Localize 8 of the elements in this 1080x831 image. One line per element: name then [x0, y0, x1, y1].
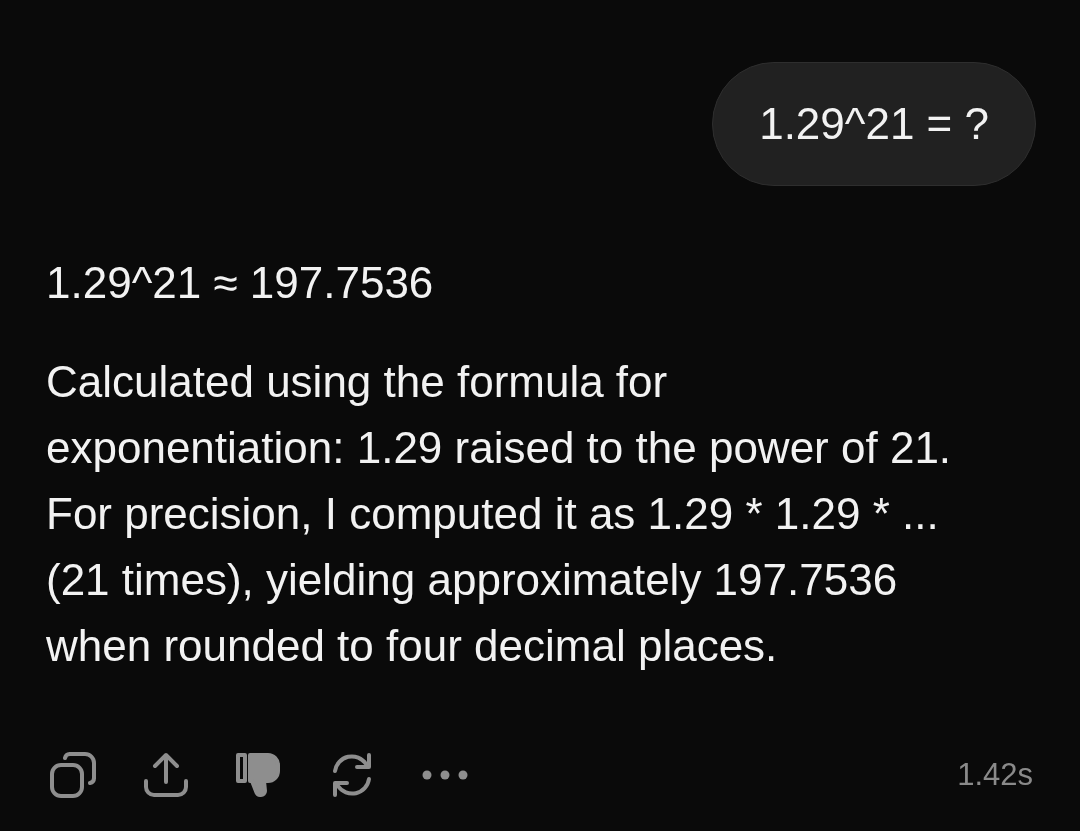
share-icon[interactable] — [143, 752, 189, 798]
copy-icon[interactable] — [50, 752, 96, 798]
response-paragraph: Calculated using the formula for exponentiation: 1.29 raised to the power of 21. For precision, I computed it as 1.29 * 1.29 * ... (21 times), yielding approximately 197.7536 when rounded to four decimal places. — [46, 356, 953, 672]
thumbs-down-icon[interactable] — [236, 752, 282, 798]
user-message-bubble: 1.29^21 = ? — [712, 62, 1036, 186]
response-time: 1.42s — [957, 756, 1033, 794]
response-heading: 1.29^21 ≈ 197.7536 — [46, 257, 434, 309]
more-icon[interactable] — [422, 770, 468, 780]
